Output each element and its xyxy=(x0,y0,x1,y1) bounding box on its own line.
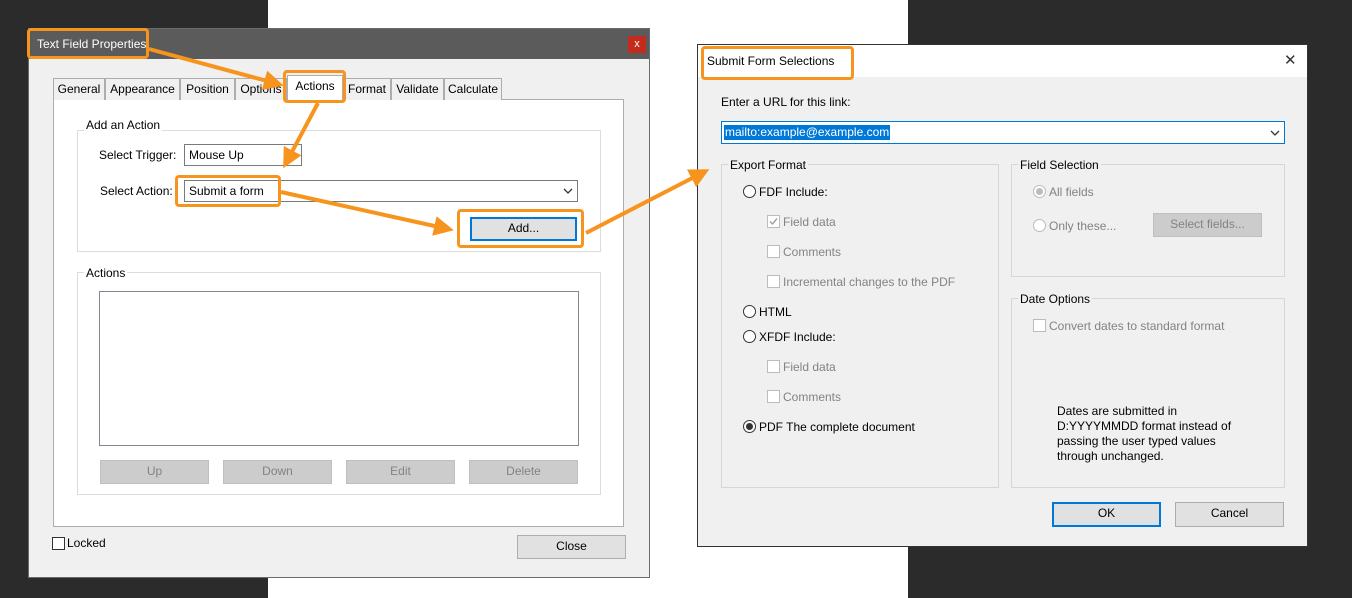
tab-general[interactable]: General xyxy=(53,78,105,100)
fdf-incremental-label: Incremental changes to the PDF xyxy=(783,275,956,289)
submit-form-selections-dialog: Submit Form Selections ✕ Enter a URL for… xyxy=(697,44,1308,547)
fdf-label: FDF Include: xyxy=(759,185,828,199)
tab-appearance[interactable]: Appearance xyxy=(105,78,180,100)
chevron-down-icon xyxy=(1270,130,1280,136)
down-button[interactable]: Down xyxy=(223,460,332,484)
url-label: Enter a URL for this link: xyxy=(721,95,851,109)
all-fields-label: All fields xyxy=(1049,185,1094,199)
date-note: Dates are submitted in D:YYYYMMDD format… xyxy=(1057,404,1231,464)
cancel-button[interactable]: Cancel xyxy=(1175,502,1284,527)
up-button[interactable]: Up xyxy=(100,460,209,484)
highlight-submit-title xyxy=(701,46,854,80)
xfdf-field-data-label: Field data xyxy=(783,360,836,374)
select-fields-button[interactable]: Select fields... xyxy=(1153,213,1262,237)
locked-label: Locked xyxy=(67,536,106,550)
pdf-radio[interactable] xyxy=(743,420,756,433)
url-value: mailto:example@example.com xyxy=(724,125,891,140)
close-icon[interactable]: ✕ xyxy=(1284,51,1297,69)
xfdf-comments-label: Comments xyxy=(783,390,842,404)
edit-button[interactable]: Edit xyxy=(346,460,455,484)
xfdf-radio[interactable] xyxy=(743,330,756,343)
xfdf-field-data-checkbox[interactable] xyxy=(767,360,780,373)
date-options-label: Date Options xyxy=(1018,292,1093,306)
fdf-incremental-checkbox[interactable] xyxy=(767,275,780,288)
field-selection-label: Field Selection xyxy=(1018,158,1101,172)
tab-format[interactable]: Format xyxy=(343,78,391,100)
xfdf-label: XFDF Include: xyxy=(759,330,836,344)
xfdf-comments-checkbox[interactable] xyxy=(767,390,780,403)
trigger-value: Mouse Up xyxy=(189,148,244,162)
export-format-group xyxy=(721,164,999,488)
actions-list[interactable] xyxy=(99,291,579,446)
tab-actions[interactable]: Actions xyxy=(287,75,343,100)
date-note-line: Dates are submitted in xyxy=(1057,404,1178,418)
checkmark-icon xyxy=(769,218,778,226)
all-fields-radio[interactable] xyxy=(1033,185,1046,198)
action-label: Select Action: xyxy=(100,184,173,198)
html-radio[interactable] xyxy=(743,305,756,318)
fdf-field-data-checkbox[interactable] xyxy=(767,215,780,228)
date-note-line: through unchanged. xyxy=(1057,449,1164,463)
tab-calculate[interactable]: Calculate xyxy=(444,78,502,100)
add-action-group-label: Add an Action xyxy=(84,118,163,132)
tab-options[interactable]: Options xyxy=(235,78,287,100)
pdf-label: PDF The complete document xyxy=(759,420,915,434)
actions-group-label: Actions xyxy=(84,266,128,280)
locked-checkbox[interactable] xyxy=(52,537,65,550)
fdf-comments-checkbox[interactable] xyxy=(767,245,780,258)
close-icon[interactable]: x xyxy=(628,36,646,53)
highlight-add-button xyxy=(457,209,584,248)
convert-dates-label: Convert dates to standard format xyxy=(1049,319,1225,333)
date-note-line: passing the user typed values xyxy=(1057,434,1216,448)
close-button[interactable]: Close xyxy=(517,535,626,559)
text-field-properties-dialog: Text Field Properties x General Appearan… xyxy=(29,29,649,577)
trigger-label: Select Trigger: xyxy=(99,148,177,162)
convert-dates-checkbox[interactable] xyxy=(1033,319,1046,332)
date-note-line: D:YYYYMMDD format instead of xyxy=(1057,419,1232,433)
tab-position[interactable]: Position xyxy=(180,78,235,100)
fdf-field-data-label: Field data xyxy=(783,215,836,229)
export-format-label: Export Format xyxy=(728,158,809,172)
ok-button[interactable]: OK xyxy=(1052,502,1161,527)
fdf-comments-label: Comments xyxy=(783,245,842,259)
url-input[interactable]: mailto:example@example.com xyxy=(721,121,1285,144)
html-label: HTML xyxy=(759,305,792,319)
only-these-radio[interactable] xyxy=(1033,219,1046,232)
fdf-radio[interactable] xyxy=(743,185,756,198)
tab-validate[interactable]: Validate xyxy=(391,78,444,100)
chevron-down-icon xyxy=(563,188,573,194)
only-these-label: Only these... xyxy=(1049,219,1117,233)
trigger-select[interactable]: Mouse Up xyxy=(184,144,302,166)
delete-button[interactable]: Delete xyxy=(469,460,578,484)
highlight-submit-a-form xyxy=(175,175,281,207)
highlight-dialog-title xyxy=(27,28,149,59)
